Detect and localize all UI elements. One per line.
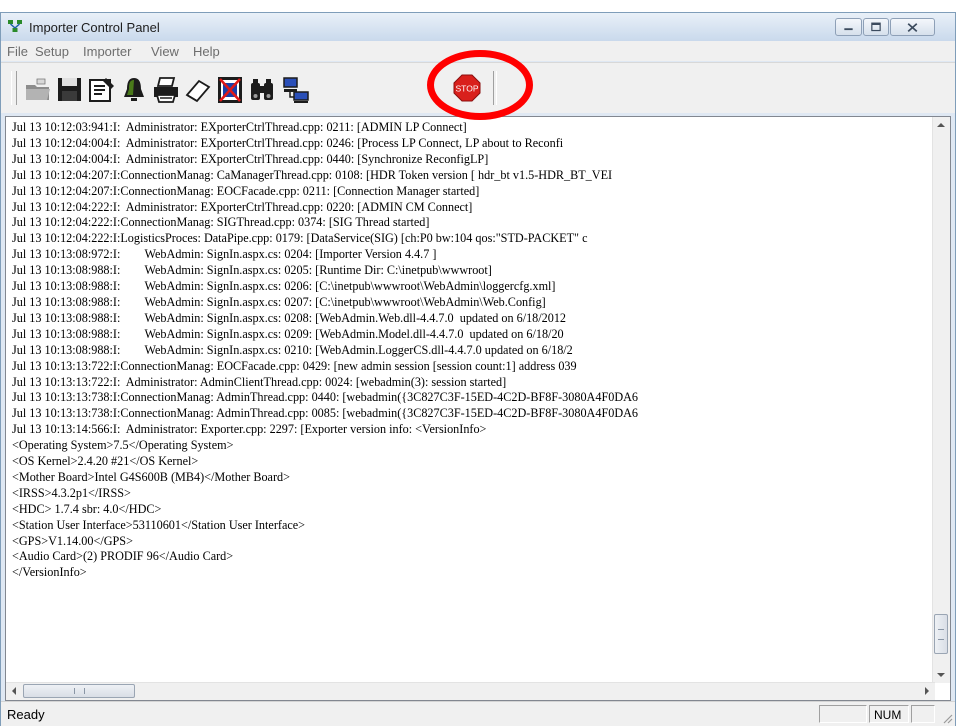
find-button[interactable] (247, 75, 277, 105)
log-line: <GPS>V1.14.00</GPS> (12, 533, 133, 548)
log-line: <Station User Interface>53110601</Statio… (12, 517, 306, 532)
grip-icon (938, 629, 944, 640)
highlight-circle (427, 50, 533, 120)
minimize-button[interactable] (835, 18, 862, 36)
maximize-button[interactable] (863, 18, 889, 36)
log-line: Jul 13 10:13:08:988:I: WebAdmin: SignIn.… (12, 342, 573, 357)
log-line: Jul 13 10:12:04:207:I:ConnectionManag: C… (12, 167, 613, 182)
horizontal-scroll-thumb[interactable] (23, 684, 135, 698)
erase-button[interactable] (183, 75, 213, 105)
import-button[interactable] (23, 75, 53, 105)
properties-icon (89, 78, 114, 102)
menu-help[interactable]: Help (193, 44, 220, 59)
log-line: Jul 13 10:13:08:988:I: WebAdmin: SignIn.… (12, 263, 492, 278)
log-line: Jul 13 10:12:04:004:I: Administrator: EX… (12, 151, 489, 166)
clear-log-icon (218, 77, 242, 103)
log-line: Jul 13 10:13:08:988:I: WebAdmin: SignIn.… (12, 279, 556, 294)
log-line: </VersionInfo> (12, 565, 87, 580)
log-line: Jul 13 10:12:04:207:I:ConnectionManag: E… (12, 183, 480, 198)
bell-icon (124, 78, 144, 101)
grip-icon (74, 688, 85, 694)
window-title: Importer Control Panel (29, 20, 160, 35)
log-line: Jul 13 10:13:08:988:I: WebAdmin: SignIn.… (12, 294, 546, 309)
status-panel (911, 705, 935, 723)
import-folder-icon (26, 78, 50, 100)
binoculars-icon (251, 79, 273, 100)
save-button[interactable] (55, 75, 85, 105)
menu-file[interactable]: File (7, 44, 28, 59)
horizontal-scrollbar[interactable] (6, 682, 935, 700)
eraser-icon (185, 79, 211, 103)
log-line: <Audio Card>(2) PRODIF 96</Audio Card> (12, 549, 234, 564)
log-line: Jul 13 10:13:13:722:I: Administrator: Ad… (12, 374, 507, 389)
status-bar: Ready NUM (1, 701, 955, 726)
top-margin (0, 0, 956, 12)
status-text: Ready (7, 707, 45, 722)
log-line: Jul 13 10:13:14:566:I: Administrator: Ex… (12, 422, 487, 437)
log-line: <IRSS>4.3.2p1</IRSS> (12, 485, 131, 500)
scroll-up-icon[interactable] (937, 123, 945, 127)
scroll-down-icon[interactable] (937, 673, 945, 677)
print-button[interactable] (151, 75, 181, 105)
clear-log-button[interactable] (215, 75, 245, 105)
scroll-left-icon[interactable] (12, 687, 16, 695)
title-bar[interactable]: Importer Control Panel (1, 13, 955, 41)
log-line: Jul 13 10:12:03:941:I: Administrator: EX… (12, 120, 467, 134)
close-button[interactable] (890, 18, 935, 36)
menu-view[interactable]: View (151, 44, 179, 59)
log-line: Jul 13 10:12:04:222:I:LogisticsProces: D… (12, 231, 588, 246)
log-line: <Operating System>7.5</Operating System> (12, 438, 234, 453)
menu-importer[interactable]: Importer (83, 44, 131, 59)
maximize-icon (871, 22, 881, 32)
network-icon (8, 20, 22, 32)
log-line: Jul 13 10:12:04:222:I:ConnectionManag: S… (12, 215, 430, 230)
status-panel (819, 705, 867, 723)
log-line: <OS Kernel>2.4.20 #21</OS Kernel> (12, 454, 199, 469)
num-lock-indicator: NUM (869, 705, 909, 723)
minimize-icon (844, 28, 853, 31)
save-floppy-icon (58, 78, 81, 101)
log-line: Jul 13 10:13:13:738:I:ConnectionManag: A… (12, 390, 639, 405)
menu-setup[interactable]: Setup (35, 44, 69, 59)
scroll-right-icon[interactable] (925, 687, 929, 695)
resize-grip-icon[interactable] (941, 712, 953, 724)
printer-icon (154, 77, 178, 103)
log-line: Jul 13 10:13:08:972:I: WebAdmin: SignIn.… (12, 247, 437, 262)
alarm-button[interactable] (119, 75, 149, 105)
log-line: Jul 13 10:13:13:738:I:ConnectionManag: A… (12, 406, 639, 421)
properties-button[interactable] (87, 75, 117, 105)
log-line: Jul 13 10:13:13:722:I:ConnectionManag: E… (12, 358, 577, 373)
toolbar-grip[interactable] (11, 71, 17, 105)
log-text[interactable]: Jul 13 10:12:03:941:I: Administrator: EX… (12, 120, 932, 680)
close-icon (907, 23, 918, 33)
log-line: Jul 13 10:13:08:988:I: WebAdmin: SignIn.… (12, 310, 567, 325)
log-line: Jul 13 10:12:04:222:I: Administrator: EX… (12, 199, 473, 214)
log-line: <Mother Board>Intel G4S600B (MB4)</Mothe… (12, 469, 290, 484)
log-view[interactable]: Jul 13 10:12:03:941:I: Administrator: EX… (5, 116, 951, 701)
vertical-scrollbar[interactable] (932, 117, 950, 683)
log-line: Jul 13 10:12:04:004:I: Administrator: EX… (12, 135, 564, 150)
log-line: Jul 13 10:13:08:988:I: WebAdmin: SignIn.… (12, 326, 564, 341)
vertical-scroll-thumb[interactable] (934, 614, 948, 654)
log-line: <HDC> 1.7.4 sbr: 4.0</HDC> (12, 501, 162, 516)
network-button[interactable] (281, 75, 311, 105)
network-computers-icon (283, 77, 309, 103)
